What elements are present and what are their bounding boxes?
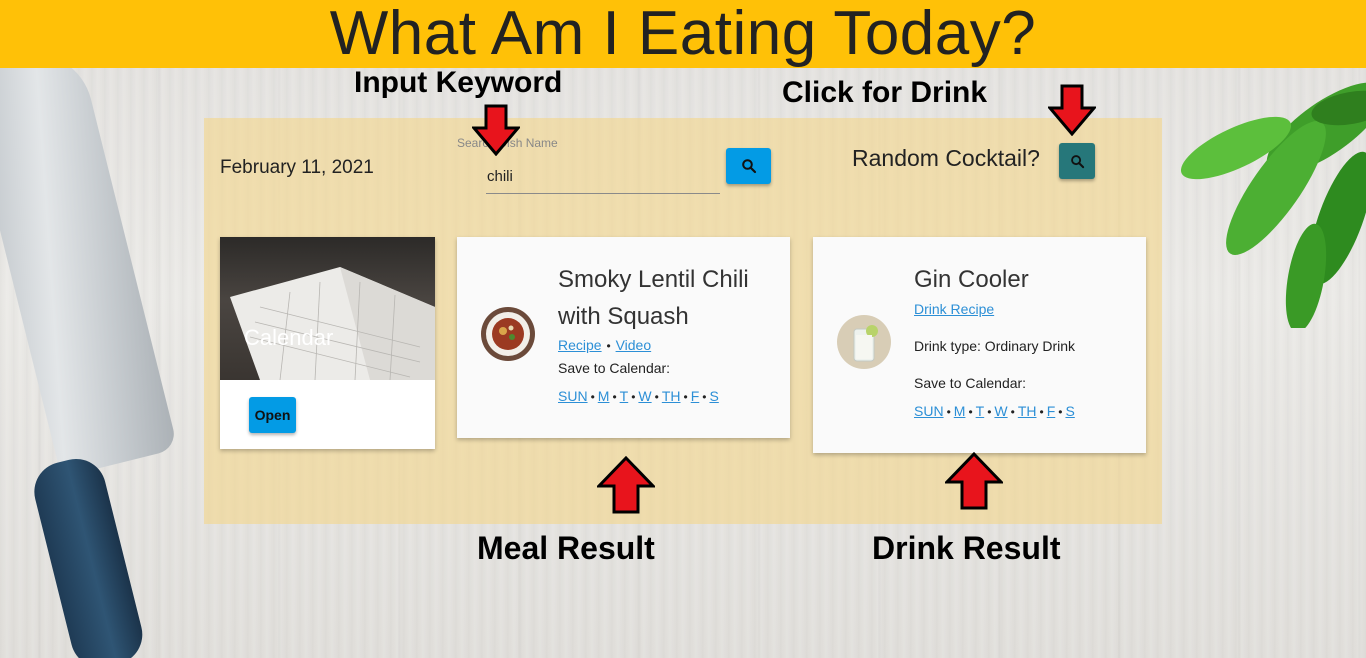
drink-day-s[interactable]: S [1065, 403, 1074, 419]
drink-result-card: Gin Cooler Drink Recipe Drink type: Ordi… [813, 237, 1146, 453]
day-separator: • [612, 390, 617, 404]
knife-handle-image [28, 452, 149, 658]
day-separator: • [631, 390, 636, 404]
drink-thumbnail [837, 315, 891, 369]
drink-save-label: Save to Calendar: [914, 375, 1027, 391]
search-button[interactable] [726, 148, 771, 184]
recipe-link[interactable]: Recipe [558, 337, 602, 353]
day-separator: • [654, 390, 659, 404]
meal-day-t[interactable]: T [620, 388, 629, 404]
drink-day-links: SUN • M • T • W • TH • F • S [914, 403, 1075, 419]
day-separator: • [946, 405, 951, 419]
meal-day-sun[interactable]: SUN [558, 388, 588, 404]
link-separator: • [606, 339, 611, 353]
meal-day-s[interactable]: S [709, 388, 718, 404]
random-cocktail-label: Random Cocktail? [852, 145, 1040, 171]
day-separator: • [968, 405, 973, 419]
planner-book-image [230, 267, 435, 380]
day-separator: • [1039, 405, 1044, 419]
meal-result-card: Smoky Lentil Chili with Squash Recipe • … [457, 237, 790, 438]
drink-day-m[interactable]: M [954, 403, 966, 419]
input-keyword-annotation: Input Keyword [354, 66, 563, 99]
knife-blade-image [0, 40, 179, 478]
meal-title-line1: Smoky Lentil Chili [558, 266, 749, 293]
search-icon [1070, 154, 1084, 168]
meal-thumbnail [481, 307, 535, 361]
meal-links: Recipe • Video [558, 337, 651, 353]
drink-result-annotation: Drink Result [872, 530, 1061, 566]
drink-type: Drink type: Ordinary Drink [914, 338, 1076, 354]
meal-day-f[interactable]: F [691, 388, 700, 404]
current-date: February 11, 2021 [220, 157, 374, 178]
meal-save-label: Save to Calendar: [558, 360, 671, 376]
day-separator: • [702, 390, 707, 404]
calendar-card: Calendar Open [220, 237, 435, 449]
search-input[interactable] [486, 160, 720, 194]
random-cocktail-button[interactable] [1059, 143, 1095, 179]
click-for-drink-annotation: Click for Drink [782, 76, 988, 109]
meal-day-th[interactable]: TH [662, 388, 681, 404]
leaves-image [1180, 82, 1366, 328]
meal-day-links: SUN • M • T • W • TH • F • S [558, 388, 719, 404]
search-icon [741, 159, 756, 174]
meal-title-line2: with Squash [558, 303, 689, 330]
drink-title: Gin Cooler [914, 266, 1029, 293]
drink-day-t[interactable]: T [976, 403, 985, 419]
day-separator: • [590, 390, 595, 404]
meal-day-m[interactable]: M [598, 388, 610, 404]
page-title: What Am I Eating Today? [329, 0, 1037, 68]
calendar-image: Calendar [220, 237, 435, 380]
arrow-up-icon [945, 452, 1003, 510]
drink-recipe-link[interactable]: Drink Recipe [914, 301, 994, 317]
drink-day-th[interactable]: TH [1018, 403, 1037, 419]
calendar-card-title: Calendar [244, 325, 334, 350]
day-separator: • [1010, 405, 1015, 419]
day-separator: • [683, 390, 688, 404]
arrow-down-icon [472, 104, 520, 156]
video-link[interactable]: Video [616, 337, 652, 353]
drink-day-sun[interactable]: SUN [914, 403, 944, 419]
day-separator: • [987, 405, 992, 419]
open-calendar-button[interactable]: Open [249, 397, 296, 433]
arrow-up-icon [597, 456, 655, 514]
drink-day-w[interactable]: W [994, 403, 1007, 419]
meal-day-w[interactable]: W [638, 388, 651, 404]
meal-result-annotation: Meal Result [477, 530, 655, 566]
drink-day-f[interactable]: F [1047, 403, 1056, 419]
header-banner: What Am I Eating Today? [0, 0, 1366, 68]
day-separator: • [1058, 405, 1063, 419]
arrow-down-icon [1048, 84, 1096, 136]
